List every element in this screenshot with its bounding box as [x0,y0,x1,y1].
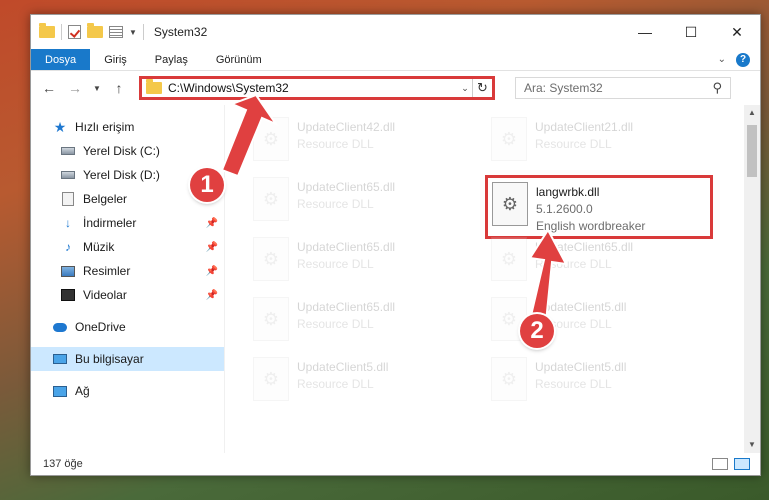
file-name: langwrbk.dll [536,185,600,199]
window-controls: — ☐ ✕ [622,15,760,49]
scroll-down-icon[interactable]: ▼ [744,437,760,453]
sidebar-item-quick-access[interactable]: ★ Hızlı erişim [31,115,224,139]
file-item[interactable]: ⚙ UpdateClient65.dll Resource DLL [253,237,479,297]
file-item[interactable]: ⚙ UpdateClient21.dll Resource DLL [491,117,717,177]
tab-home[interactable]: Giriş [90,49,141,70]
help-icon[interactable]: ? [736,52,750,67]
file-version: 5.1.2600.0 [536,202,593,216]
video-icon [61,289,75,301]
refresh-icon[interactable]: ↻ [472,79,492,97]
sidebar-item-downloads[interactable]: ↓ İndirmeler 📌 [31,211,224,235]
cloud-icon [53,322,67,332]
dll-file-icon: ⚙ [253,237,289,281]
tiles-view-icon[interactable] [734,458,750,470]
item-count: 137 öğe [43,458,83,470]
star-icon: ★ [53,118,67,135]
search-placeholder: Ara: System32 [524,81,603,95]
file-list: ⚙ UpdateClient42.dll Resource DLL ⚙ Updat… [225,105,760,453]
tab-share[interactable]: Paylaş [141,49,202,70]
drive-icon [61,147,75,155]
up-arrow-icon[interactable]: ↑ [109,80,129,96]
dll-file-icon: ⚙ [491,117,527,161]
document-icon [62,192,74,206]
pin-icon[interactable]: 📌 [206,218,218,229]
sidebar-item-onedrive[interactable]: OneDrive [31,315,224,339]
dll-file-icon: ⚙ [491,237,527,281]
scroll-up-icon[interactable]: ▲ [744,105,760,121]
status-bar: 137 öğe [31,453,760,475]
back-arrow-icon[interactable]: ← [39,80,59,96]
sidebar-item-local-disk-c[interactable]: Yerel Disk (C:) [31,139,224,163]
details-view-icon[interactable] [712,458,728,470]
pin-icon[interactable]: 📌 [206,266,218,277]
file-item[interactable]: ⚙ UpdateClient42.dll Resource DLL [253,117,479,177]
close-button[interactable]: ✕ [714,15,760,49]
scrollbar-thumb[interactable] [747,125,757,177]
explorer-window: ▼ System32 — ☐ ✕ Dosya Giriş Paylaş Görü… [30,14,761,476]
pictures-icon [61,265,75,277]
file-item[interactable]: ⚙ UpdateClient5.dll Resource DLL [253,357,479,417]
sidebar-item-this-pc[interactable]: Bu bilgisayar [31,347,224,371]
sidebar-item-network[interactable]: Ağ [31,379,224,403]
customize-toolbar-icon[interactable]: ▼ [129,28,137,37]
pin-icon[interactable]: 📌 [206,290,218,301]
tab-view[interactable]: Görünüm [202,49,276,70]
drive-icon [61,171,75,179]
callout-two: 2 [520,314,554,348]
dll-file-icon: ⚙ [491,357,527,401]
file-description: English wordbreaker [536,219,646,233]
music-icon: ♪ [65,240,71,254]
dll-file-icon: ⚙ [492,182,528,226]
dll-file-icon: ⚙ [253,297,289,341]
main-area: ★ Hızlı erişim Yerel Disk (C:) Yerel Dis… [31,105,760,453]
pin-icon[interactable]: 📌 [206,242,218,253]
minimize-button[interactable]: — [622,15,668,49]
navigation-bar: ← → ▼ ↑ C:\Windows\System32 ⌄ ↻ Ara: Sys… [31,71,760,105]
file-item[interactable]: ⚙ UpdateClient5.dll Resource DLL [491,357,717,417]
folder-icon [39,23,55,38]
chevron-down-icon[interactable]: ⌄ [458,83,472,94]
navigation-pane: ★ Hızlı erişim Yerel Disk (C:) Yerel Dis… [31,105,225,453]
search-icon: ⚲ [712,80,722,95]
title-bar: ▼ System32 — ☐ ✕ [31,15,760,49]
properties-check-icon[interactable] [68,25,81,39]
sidebar-item-videos[interactable]: Videolar 📌 [31,283,224,307]
tab-file[interactable]: Dosya [31,49,91,70]
address-bar[interactable]: C:\Windows\System32 ⌄ ↻ [139,76,495,100]
search-input[interactable]: Ara: System32 ⚲ [515,77,731,99]
expand-ribbon-icon[interactable]: ⌄ [718,54,726,65]
dll-file-icon: ⚙ [253,117,289,161]
sidebar-item-music[interactable]: ♪ Müzik 📌 [31,235,224,259]
callout-one: 1 [190,168,224,202]
ribbon-tabs: Dosya Giriş Paylaş Görünüm ⌄ ? [31,49,760,71]
new-folder-icon[interactable] [87,23,103,38]
dll-file-icon: ⚙ [253,357,289,401]
dll-file-icon: ⚙ [253,177,289,221]
list-properties-icon[interactable] [109,26,123,38]
download-icon: ↓ [65,216,71,230]
maximize-button[interactable]: ☐ [668,15,714,49]
quick-access-toolbar: ▼ [39,23,144,40]
forward-arrow-icon[interactable]: → [65,80,85,96]
file-item-langwrbk[interactable]: ⚙ langwrbk.dll 5.1.2600.0 English wordbr… [485,175,713,239]
file-item[interactable]: ⚙ UpdateClient65.dll Resource DLL [253,297,479,357]
address-path: C:\Windows\System32 [168,81,289,95]
computer-icon [53,354,67,364]
vertical-scrollbar[interactable]: ▲ ▼ [744,105,760,453]
network-icon [53,385,67,397]
recent-locations-icon[interactable]: ▼ [91,84,103,93]
sidebar-item-pictures[interactable]: Resimler 📌 [31,259,224,283]
file-item[interactable]: ⚙ UpdateClient65.dll Resource DLL [491,237,717,297]
window-title: System32 [153,25,208,39]
folder-icon [146,79,162,94]
file-item[interactable]: ⚙ UpdateClient65.dll Resource DLL [253,177,479,237]
